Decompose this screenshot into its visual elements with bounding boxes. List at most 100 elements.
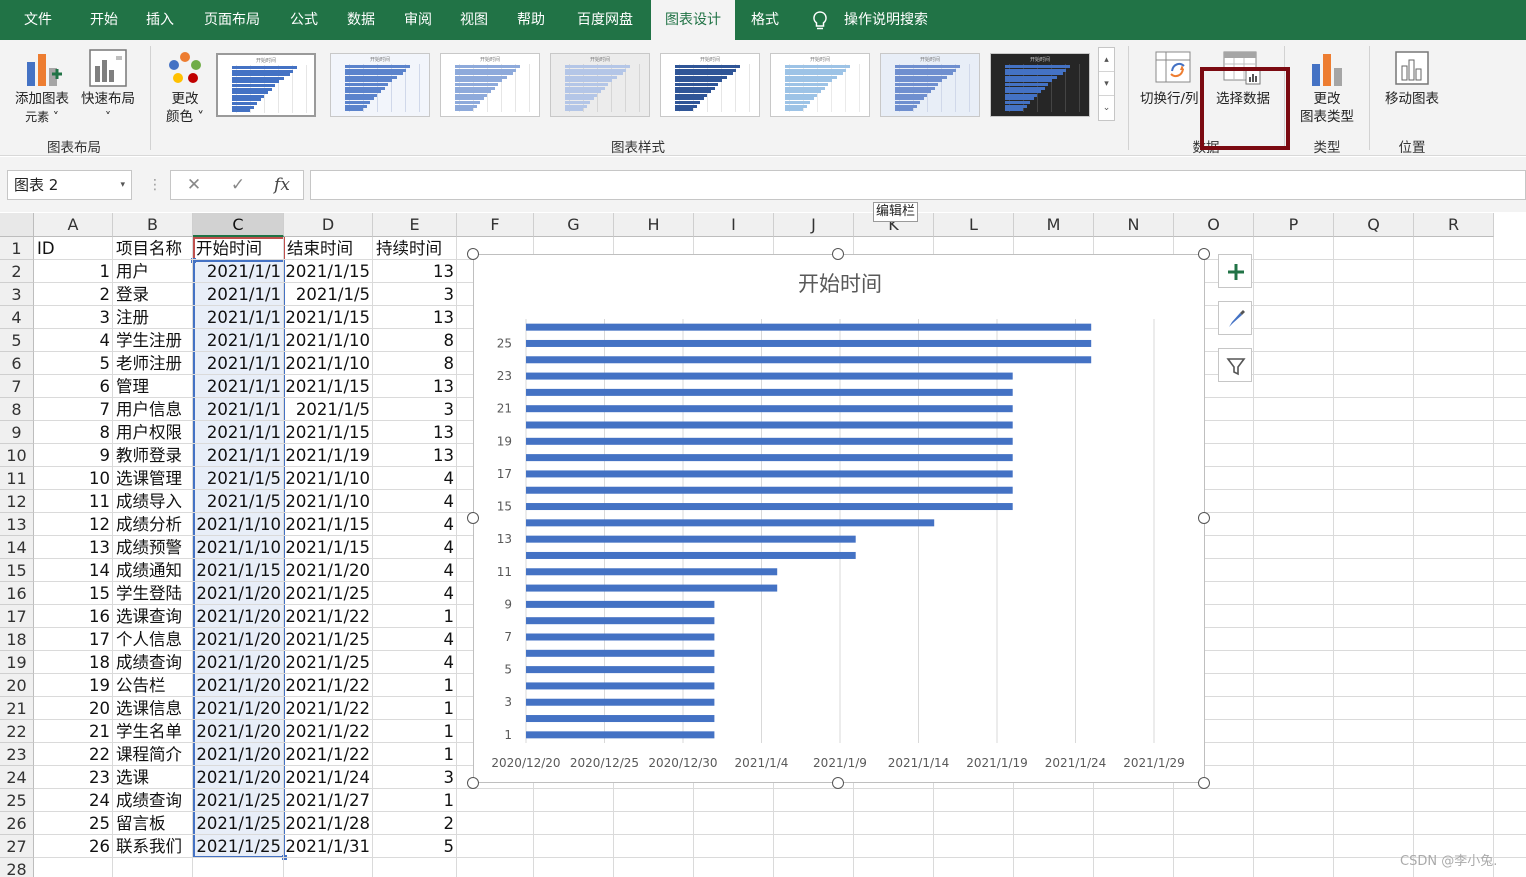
table-cell[interactable]: 用户权限 [113,421,193,444]
table-cell[interactable]: 2 [373,812,457,835]
chart-style-option[interactable]: 开始时间 [770,53,870,117]
table-cell[interactable]: 4 [34,329,113,352]
table-cell[interactable]: 15 [34,582,113,605]
quick-layout-button[interactable]: 快速布局 ˅ [76,46,140,130]
table-cell[interactable]: 2021/1/10 [284,467,373,490]
chart-resize-handle[interactable] [467,248,479,260]
table-cell[interactable]: 2021/1/22 [284,720,373,743]
table-cell[interactable]: 4 [373,513,457,536]
table-cell[interactable]: 4 [373,490,457,513]
table-cell[interactable]: 6 [34,375,113,398]
column-header-q[interactable]: Q [1334,213,1414,237]
table-cell[interactable]: 成绩预警 [113,536,193,559]
table-cell[interactable]: 2021/1/5 [193,467,284,490]
name-box-dropdown-icon[interactable]: ▾ [120,171,125,199]
row-header-27[interactable]: 27 [0,835,34,858]
table-cell[interactable]: 公告栏 [113,674,193,697]
table-cell[interactable]: 2021/1/5 [193,490,284,513]
add-chart-element-button[interactable]: 添加图表 元素 ˅ [8,46,76,130]
chart-style-option[interactable]: 开始时间 [440,53,540,117]
table-cell[interactable]: 16 [34,605,113,628]
table-cell[interactable]: 2021/1/20 [193,743,284,766]
table-cell[interactable]: 2021/1/25 [193,835,284,858]
formula-input[interactable] [310,170,1526,200]
table-cell[interactable]: 17 [34,628,113,651]
column-header-j[interactable]: J [774,213,854,237]
column-header-p[interactable]: P [1254,213,1334,237]
table-cell[interactable]: 管理 [113,375,193,398]
row-header-12[interactable]: 12 [0,490,34,513]
chart-resize-handle[interactable] [1198,512,1210,524]
table-cell[interactable]: 联系我们 [113,835,193,858]
column-header-m[interactable]: M [1014,213,1094,237]
table-cell[interactable]: 2021/1/15 [284,536,373,559]
table-cell[interactable]: 9 [34,444,113,467]
gallery-expand[interactable]: ⌄ [1099,96,1114,120]
table-cell[interactable]: 2021/1/24 [284,766,373,789]
header-cell[interactable]: 持续时间 [373,237,457,260]
table-cell[interactable]: 1 [373,743,457,766]
table-cell[interactable]: 5 [34,352,113,375]
table-cell[interactable]: 2021/1/1 [193,352,284,375]
table-cell[interactable]: 4 [373,559,457,582]
row-header-5[interactable]: 5 [0,329,34,352]
table-cell[interactable]: 2021/1/1 [193,375,284,398]
chart-elements-button[interactable] [1218,254,1252,288]
table-cell[interactable]: 选课信息 [113,697,193,720]
table-cell[interactable]: 2021/1/1 [193,329,284,352]
row-header-6[interactable]: 6 [0,352,34,375]
formula-bar-grip-icon[interactable]: ⋮ [148,177,162,193]
tab-page-layout[interactable]: 页面布局 [192,0,272,40]
table-cell[interactable]: 2021/1/5 [284,283,373,306]
column-header-r[interactable]: R [1414,213,1494,237]
row-header-9[interactable]: 9 [0,421,34,444]
table-cell[interactable]: 选课管理 [113,467,193,490]
table-cell[interactable]: 2021/1/25 [284,582,373,605]
select-all-corner[interactable] [0,213,34,237]
chart-resize-handle[interactable] [467,777,479,789]
chart-style-option[interactable]: 开始时间 [660,53,760,117]
row-header-28[interactable]: 28 [0,858,34,877]
table-cell[interactable]: 12 [34,513,113,536]
table-cell[interactable]: 14 [34,559,113,582]
table-cell[interactable]: 7 [34,398,113,421]
table-cell[interactable]: 2021/1/27 [284,789,373,812]
chart-filters-button[interactable] [1218,348,1252,382]
table-cell[interactable]: 课程简介 [113,743,193,766]
table-cell[interactable]: 学生名单 [113,720,193,743]
gallery-scroll-up[interactable]: ▴ [1099,48,1114,72]
table-cell[interactable]: 24 [34,789,113,812]
confirm-icon[interactable]: ✓ [223,171,253,199]
chart-resize-handle[interactable] [1198,248,1210,260]
table-cell[interactable]: 2021/1/20 [193,766,284,789]
table-cell[interactable]: 学生注册 [113,329,193,352]
change-colors-button[interactable]: 更改 颜色 ˅ [156,46,214,130]
chart-resize-handle[interactable] [832,248,844,260]
table-cell[interactable]: 1 [373,697,457,720]
chart-style-option[interactable]: 开始时间 [550,53,650,117]
table-cell[interactable]: 20 [34,697,113,720]
table-cell[interactable]: 4 [373,467,457,490]
row-header-3[interactable]: 3 [0,283,34,306]
table-cell[interactable]: 1 [373,674,457,697]
chart-resize-handle[interactable] [1198,777,1210,789]
row-header-1[interactable]: 1 [0,237,34,260]
change-chart-type-button[interactable]: 更改 图表类型 [1290,46,1364,130]
table-cell[interactable]: 学生登陆 [113,582,193,605]
table-cell[interactable]: 2021/1/28 [284,812,373,835]
table-cell[interactable]: 2021/1/15 [284,513,373,536]
table-cell[interactable]: 21 [34,720,113,743]
table-cell[interactable]: 2021/1/1 [193,398,284,421]
switch-row-column-button[interactable]: 切换行/列 [1138,46,1208,130]
table-cell[interactable]: 留言板 [113,812,193,835]
gallery-scrollbar[interactable]: ▴ ▾ ⌄ [1098,47,1115,121]
chart-resize-handle[interactable] [467,512,479,524]
table-cell[interactable]: 2021/1/10 [193,536,284,559]
table-cell[interactable]: 2021/1/20 [193,628,284,651]
row-header-8[interactable]: 8 [0,398,34,421]
table-cell[interactable]: 登录 [113,283,193,306]
table-cell[interactable]: 13 [373,444,457,467]
table-cell[interactable]: 1 [34,260,113,283]
table-cell[interactable]: 2021/1/22 [284,674,373,697]
table-cell[interactable]: 13 [373,260,457,283]
